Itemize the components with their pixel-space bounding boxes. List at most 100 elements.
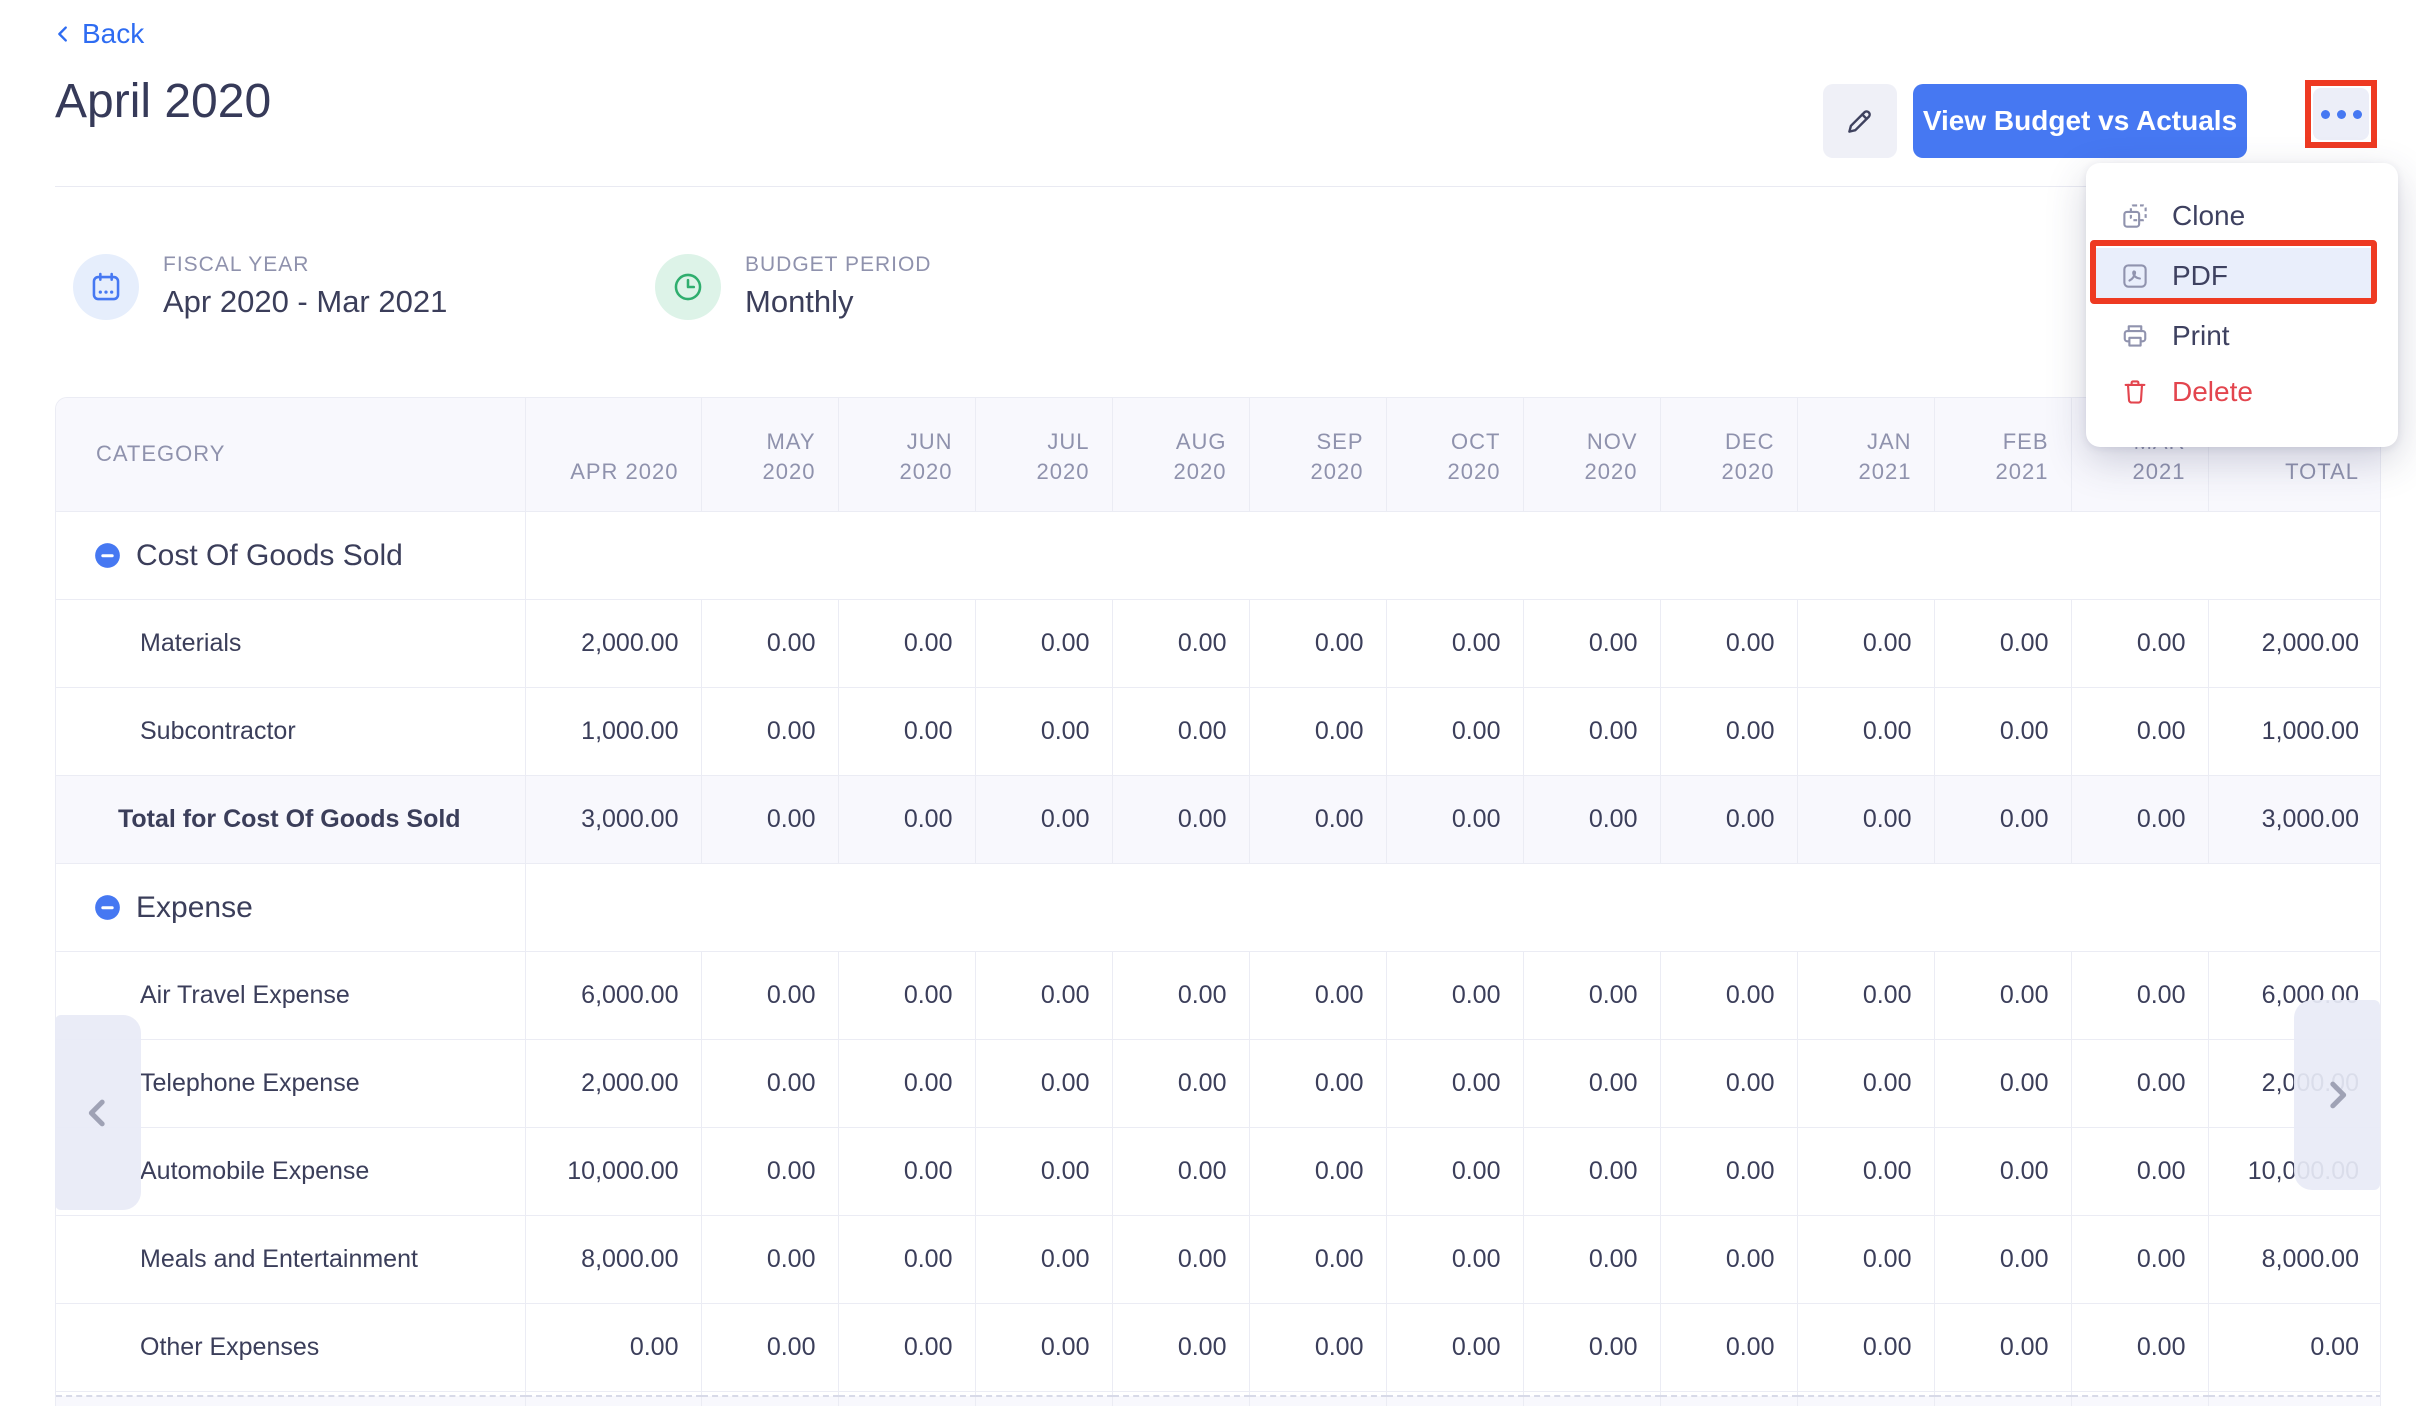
value-cell: 0.00 xyxy=(1112,687,1249,775)
budget-detail-page: Back April 2020 View Budget vs Actuals xyxy=(0,0,2416,1406)
group-label: Expense xyxy=(136,891,253,924)
value-cell: 0.00 xyxy=(1660,1127,1797,1215)
table-row: Air Travel Expense6,000.000.000.000.000.… xyxy=(56,951,2381,1039)
value-cell: 0.00 xyxy=(975,1215,1112,1303)
pdf-icon xyxy=(2120,261,2150,291)
category-cell: Subcontractor xyxy=(56,687,525,775)
value-cell: 0.00 xyxy=(1249,1303,1386,1391)
value-cell: 0.00 xyxy=(1523,951,1660,1039)
back-label: Back xyxy=(82,18,144,50)
value-cell: 0.00 xyxy=(1523,599,1660,687)
value-cell: 0.00 xyxy=(1112,951,1249,1039)
budget-period-label: BUDGET PERIOD xyxy=(745,253,931,277)
value-cell: 0.00 xyxy=(2071,775,2208,863)
fiscal-year-block: FISCAL YEAR Apr 2020 - Mar 2021 xyxy=(73,253,447,320)
trash-icon xyxy=(2120,377,2150,407)
menu-item-clone[interactable]: Clone xyxy=(2086,188,2398,244)
menu-item-label: Print xyxy=(2172,320,2230,352)
group-row-fill xyxy=(525,863,2381,951)
category-cell: Meals and Entertainment xyxy=(56,1215,525,1303)
value-cell: 0.00 xyxy=(975,687,1112,775)
scroll-right-button[interactable] xyxy=(2294,1000,2380,1190)
print-icon xyxy=(2120,321,2150,351)
value-cell: 0.00 xyxy=(525,1303,701,1391)
value-cell: 0.00 xyxy=(1660,951,1797,1039)
clone-icon xyxy=(2120,201,2150,231)
value-cell: 0.00 xyxy=(1249,1039,1386,1127)
page-title: April 2020 xyxy=(55,74,271,129)
category-cell: Materials xyxy=(56,599,525,687)
value-cell: 0.00 xyxy=(1386,775,1523,863)
more-actions-menu: Clone PDF Print Delete xyxy=(2086,163,2398,447)
value-cell: 0.00 xyxy=(1523,1215,1660,1303)
value-cell: 0.00 xyxy=(701,687,838,775)
partial-row xyxy=(56,1396,2381,1406)
value-cell: 0.00 xyxy=(975,951,1112,1039)
column-header: JAN2021 xyxy=(1797,398,1934,511)
value-cell: 0.00 xyxy=(975,775,1112,863)
value-cell: 0.00 xyxy=(1523,1039,1660,1127)
value-cell: 0.00 xyxy=(1386,687,1523,775)
menu-item-print[interactable]: Print xyxy=(2086,308,2398,364)
value-cell: 0.00 xyxy=(1249,599,1386,687)
table-row: Automobile Expense10,000.000.000.000.000… xyxy=(56,1127,2381,1215)
scroll-left-button[interactable] xyxy=(55,1015,141,1210)
value-cell: 0.00 xyxy=(701,775,838,863)
value-cell: 2,000.00 xyxy=(525,599,701,687)
menu-item-delete[interactable]: Delete xyxy=(2086,364,2398,420)
column-header: FEB2021 xyxy=(1934,398,2071,511)
value-cell: 0.00 xyxy=(975,1039,1112,1127)
chevron-left-icon xyxy=(52,23,74,45)
value-cell: 0.00 xyxy=(2071,951,2208,1039)
value-cell: 0.00 xyxy=(1797,1039,1934,1127)
value-cell: 0.00 xyxy=(1660,775,1797,863)
value-cell: 0.00 xyxy=(1660,1303,1797,1391)
edit-button[interactable] xyxy=(1823,84,1897,158)
value-cell: 0.00 xyxy=(1797,687,1934,775)
value-cell: 0.00 xyxy=(2071,1215,2208,1303)
category-cell: Other Expenses xyxy=(56,1303,525,1391)
value-cell: 0.00 xyxy=(1112,1215,1249,1303)
value-cell: 0.00 xyxy=(1386,1127,1523,1215)
value-cell: 0.00 xyxy=(1934,1303,2071,1391)
value-cell: 0.00 xyxy=(1523,687,1660,775)
value-cell: 0.00 xyxy=(1249,775,1386,863)
value-cell: 0.00 xyxy=(1934,599,2071,687)
value-cell: 2,000.00 xyxy=(2208,599,2381,687)
value-cell: 0.00 xyxy=(1112,1127,1249,1215)
table-row: Subcontractor1,000.000.000.000.000.000.0… xyxy=(56,687,2381,775)
chevron-right-icon xyxy=(2317,1075,2357,1115)
column-header: JUL2020 xyxy=(975,398,1112,511)
value-cell: 0.00 xyxy=(1249,687,1386,775)
value-cell: 0.00 xyxy=(975,1127,1112,1215)
value-cell: 10,000.00 xyxy=(525,1127,701,1215)
value-cell: 0.00 xyxy=(1386,1215,1523,1303)
value-cell: 0.00 xyxy=(1934,775,2071,863)
value-cell: 0.00 xyxy=(1797,775,1934,863)
value-cell: 0.00 xyxy=(1797,1303,1934,1391)
table-row: Meals and Entertainment8,000.000.000.000… xyxy=(56,1215,2381,1303)
value-cell: 0.00 xyxy=(1934,951,2071,1039)
category-column-header: CATEGORY xyxy=(56,398,525,511)
value-cell: 0.00 xyxy=(838,1303,975,1391)
back-link[interactable]: Back xyxy=(52,18,144,50)
view-budget-vs-actuals-button[interactable]: View Budget vs Actuals xyxy=(1913,84,2247,158)
collapse-minus-icon[interactable] xyxy=(94,542,121,569)
group-category-cell: Cost Of Goods Sold xyxy=(56,511,525,599)
value-cell: 6,000.00 xyxy=(525,951,701,1039)
value-cell: 0.00 xyxy=(838,1215,975,1303)
value-cell: 0.00 xyxy=(2071,687,2208,775)
value-cell: 0.00 xyxy=(701,599,838,687)
value-cell: 0.00 xyxy=(1112,599,1249,687)
value-cell: 2,000.00 xyxy=(525,1039,701,1127)
value-cell: 0.00 xyxy=(838,1127,975,1215)
menu-item-label: Delete xyxy=(2172,376,2253,408)
collapse-minus-icon[interactable] xyxy=(94,894,121,921)
value-cell: 0.00 xyxy=(2071,1039,2208,1127)
value-cell: 0.00 xyxy=(1934,1127,2071,1215)
menu-item-pdf[interactable]: PDF xyxy=(2096,248,2371,304)
value-cell: 0.00 xyxy=(701,1303,838,1391)
chevron-left-icon xyxy=(78,1093,118,1133)
column-header: OCT2020 xyxy=(1386,398,1523,511)
value-cell: 0.00 xyxy=(1660,687,1797,775)
